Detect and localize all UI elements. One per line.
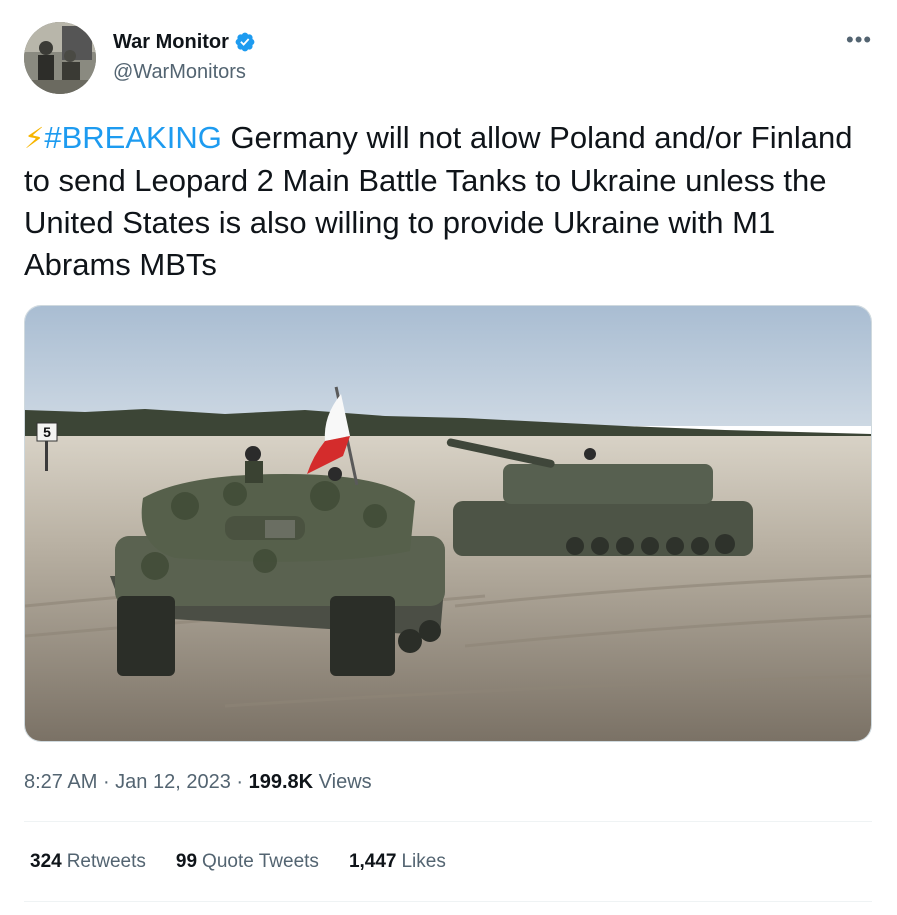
author-handle[interactable]: @WarMonitors — [113, 60, 246, 84]
views-count: 199.8K — [248, 771, 314, 793]
divider — [24, 901, 872, 902]
retweets-stat[interactable]: 324 Retweets — [30, 848, 146, 876]
photo-tanks-in-field: 5 — [25, 306, 871, 741]
author-name-row[interactable]: War Monitor — [113, 30, 256, 54]
author-display-name[interactable]: War Monitor — [113, 30, 229, 54]
retweets-label: Retweets — [66, 851, 146, 872]
likes-label: Likes — [401, 851, 446, 872]
more-options-button[interactable]: ••• — [846, 27, 873, 54]
meta-separator: · — [97, 771, 116, 793]
tweet-date[interactable]: Jan 12, 2023 — [115, 771, 231, 793]
meta-separator: · — [230, 771, 249, 793]
quote-tweets-count: 99 — [175, 851, 198, 872]
avatar-photo — [24, 22, 96, 94]
engagement-stats: 324 Retweets 99 Quote Tweets 1,447 Likes — [30, 848, 476, 876]
retweets-count: 324 — [30, 851, 62, 872]
hashtag-link[interactable]: #BREAKING — [44, 120, 221, 155]
tweet-media-image[interactable]: 5 — [24, 305, 872, 742]
more-dots-icon: ••• — [846, 27, 873, 52]
tweet-time[interactable]: 8:27 AM — [24, 771, 97, 793]
quote-tweets-label: Quote Tweets — [202, 851, 319, 872]
views-label: Views — [313, 771, 372, 793]
quote-tweets-stat[interactable]: 99 Quote Tweets — [176, 848, 319, 876]
verified-badge-icon — [235, 32, 255, 52]
sign-number: 5 — [43, 424, 51, 440]
tweet-meta: 8:27 AM · Jan 12, 2023 · 199.8K Views — [24, 768, 372, 796]
lightning-emoji-icon: ⚡ — [24, 123, 45, 155]
likes-stat[interactable]: 1,447 Likes — [349, 848, 446, 876]
divider — [24, 821, 872, 822]
likes-count: 1,447 — [348, 851, 397, 872]
tweet-text: ⚡#BREAKING Germany will not allow Poland… — [24, 117, 874, 286]
avatar[interactable] — [24, 22, 96, 94]
